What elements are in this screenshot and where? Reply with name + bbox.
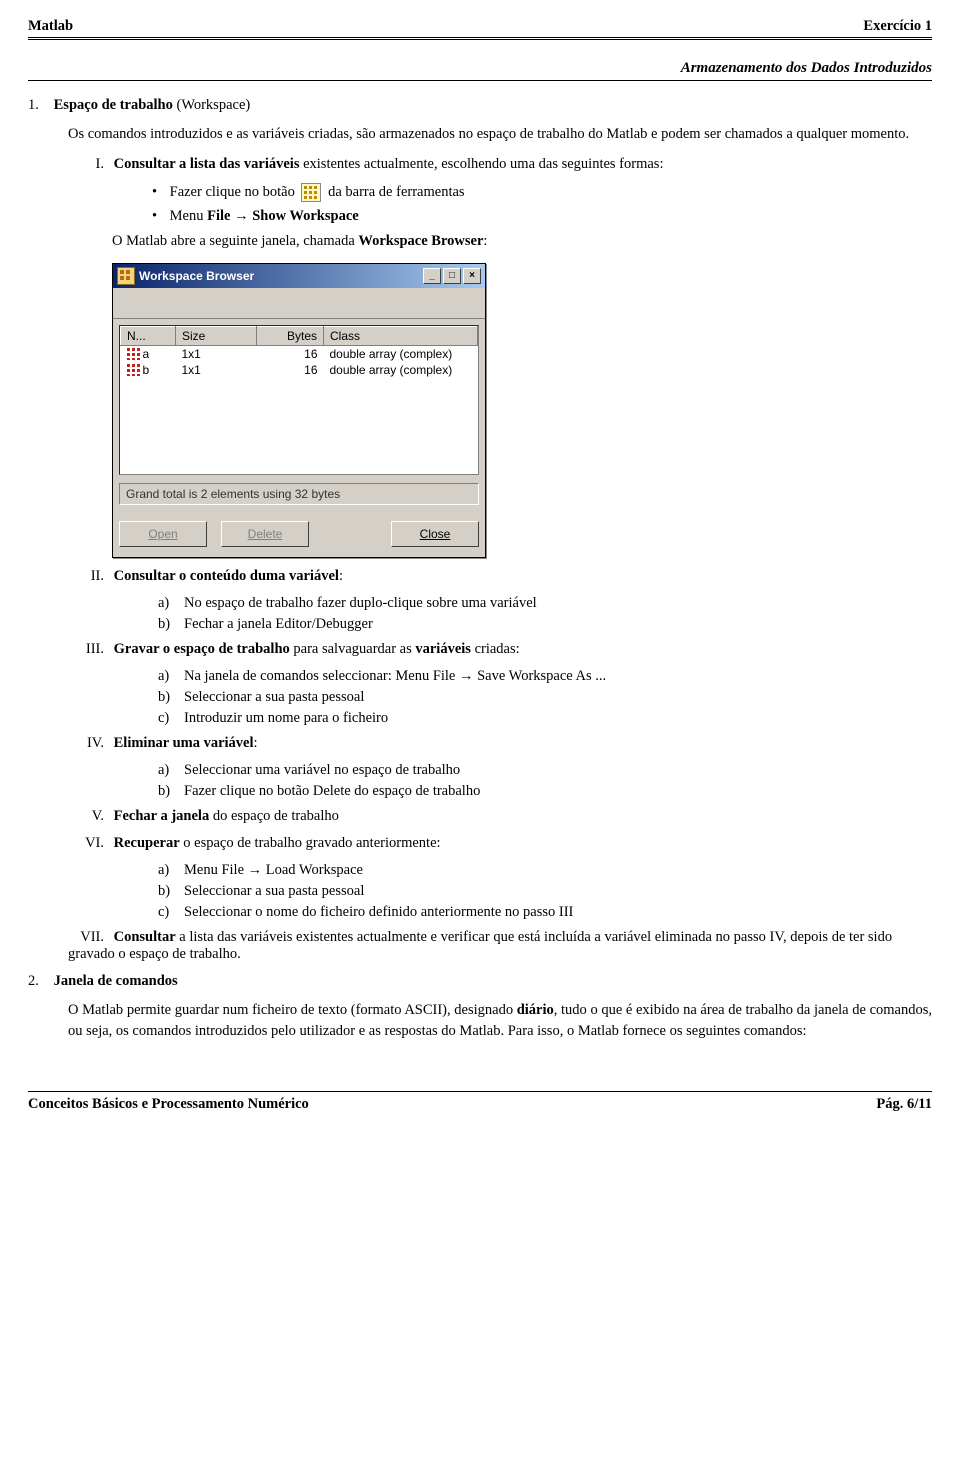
item-V: V. Fechar a janela do espaço de trabalho — [68, 808, 932, 825]
item-VII-num: VII. — [68, 929, 104, 946]
item-VI-num: VI. — [68, 835, 104, 852]
item-III-a: a)Na janela de comandos seleccionar: Men… — [158, 668, 932, 685]
section-1-para: Os comandos introduzidos e as variáveis … — [68, 124, 932, 146]
item-III-title: Gravar o espaço de trabalho — [114, 641, 290, 657]
window-close-button[interactable]: × — [463, 268, 481, 284]
cell-size: 1x1 — [176, 345, 257, 362]
item-I-b2-pre: Menu — [170, 208, 207, 224]
footer-right: Pág. 6/11 — [876, 1096, 932, 1113]
item-I-bullet-2: • Menu File → Show Workspace — [152, 208, 932, 225]
open-button[interactable]: Open — [119, 521, 207, 547]
cell-bytes: 16 — [257, 345, 324, 362]
item-IV-a: a)Seleccionar uma variável no espaço de … — [158, 762, 932, 779]
item-II-title: Consultar o conteúdo duma variável — [114, 568, 339, 584]
item-I-b1-post: da barra de ferramentas — [328, 184, 464, 200]
section-2-para: O Matlab permite guardar num ficheiro de… — [68, 1000, 932, 1044]
section-2-title: Janela de comandos — [54, 973, 178, 989]
item-I: I. Consultar a lista das variáveis exist… — [68, 156, 932, 173]
item-I-b1-pre: Fazer clique no botão — [170, 184, 299, 200]
item-I-b2-arrow: → — [230, 208, 252, 224]
section-1-num: 1. — [28, 97, 50, 114]
footer-rule — [28, 1091, 932, 1092]
item-V-num: V. — [68, 808, 104, 825]
item-VI-title: Recuperar — [114, 835, 180, 851]
item-I-num: I. — [68, 156, 104, 173]
close-button[interactable]: Close — [391, 521, 479, 547]
item-I-b2-show: Show Workspace — [252, 208, 359, 224]
page-header: Matlab Exercício 1 — [28, 18, 932, 37]
workspace-browser-window: Workspace Browser _ □ × N... Size Bytes … — [112, 263, 486, 558]
section-2-heading: 2. Janela de comandos — [28, 973, 932, 990]
item-IV-num: IV. — [68, 735, 104, 752]
item-IV-b: b)Fazer clique no botão Delete do espaço… — [158, 783, 932, 800]
item-III-c: c)Introduzir um nome para o ficheiro — [158, 710, 932, 727]
window-minimize-button[interactable]: _ — [423, 268, 441, 284]
item-III-b: b)Seleccionar a sua pasta pessoal — [158, 689, 932, 706]
col-class[interactable]: Class — [324, 326, 478, 345]
section-2-num: 2. — [28, 973, 50, 990]
item-I-after-post: : — [483, 233, 487, 249]
item-VI-b: b)Seleccionar a sua pasta pessoal — [158, 883, 932, 900]
variable-icon — [127, 348, 140, 360]
item-VII-title: Consultar — [114, 929, 176, 945]
item-VI-c: c)Seleccionar o nome do ficheiro definid… — [158, 904, 932, 921]
cell-name: a — [143, 347, 150, 361]
cell-bytes: 16 — [257, 362, 324, 378]
window-maximize-button[interactable]: □ — [443, 268, 461, 284]
table-header-row: N... Size Bytes Class — [121, 326, 478, 345]
page-footer: Conceitos Básicos e Processamento Numéri… — [28, 1096, 932, 1113]
header-rule — [28, 37, 932, 40]
bullet-icon: • — [152, 208, 166, 225]
item-III: III. Gravar o espaço de trabalho para sa… — [68, 641, 932, 658]
section-1-title-rest: (Workspace) — [173, 97, 250, 113]
col-size[interactable]: Size — [176, 326, 257, 345]
section-1-title: Espaço de trabalho — [54, 97, 173, 113]
subtitle-rule — [28, 80, 932, 81]
item-II: II. Consultar o conteúdo duma variável: — [68, 568, 932, 585]
workspace-status: Grand total is 2 elements using 32 bytes — [119, 483, 479, 505]
item-II-post: : — [339, 568, 343, 584]
cell-name: b — [143, 363, 150, 377]
item-IV: IV. Eliminar uma variável: — [68, 735, 932, 752]
workspace-toolbar — [113, 288, 485, 319]
cell-class: double array (complex) — [324, 345, 478, 362]
col-name[interactable]: N... — [121, 326, 176, 345]
item-VI-a: a)Menu File → Load Workspace — [158, 862, 932, 879]
item-I-after-pre: O Matlab abre a seguinte janela, chamada — [112, 233, 358, 249]
workspace-toolbar-icon — [301, 183, 321, 202]
workspace-app-icon — [117, 267, 135, 285]
workspace-table[interactable]: N... Size Bytes Class a 1x1 16 double ar… — [119, 325, 479, 475]
item-I-after-strong: Workspace Browser — [358, 233, 483, 249]
item-VII: VII. Consultar a lista das variáveis exi… — [68, 929, 932, 963]
workspace-browser-titlebar: Workspace Browser _ □ × — [113, 264, 485, 288]
table-row[interactable]: a 1x1 16 double array (complex) — [121, 345, 478, 362]
table-row[interactable]: b 1x1 16 double array (complex) — [121, 362, 478, 378]
cell-size: 1x1 — [176, 362, 257, 378]
item-I-title: Consultar a lista das variáveis — [114, 156, 300, 172]
col-bytes[interactable]: Bytes — [257, 326, 324, 345]
cell-class: double array (complex) — [324, 362, 478, 378]
item-IV-title: Eliminar uma variável — [114, 735, 254, 751]
item-I-after: O Matlab abre a seguinte janela, chamada… — [112, 231, 932, 253]
item-I-b2-file: File — [207, 208, 230, 224]
workspace-title-text: Workspace Browser — [139, 269, 423, 283]
item-I-bullet-1: • Fazer clique no botão da barra de ferr… — [152, 183, 932, 202]
delete-button[interactable]: Delete — [221, 521, 309, 547]
item-II-b: b)Fechar a janela Editor/Debugger — [158, 616, 932, 633]
variable-icon — [127, 364, 140, 376]
header-left: Matlab — [28, 18, 73, 35]
item-III-num: III. — [68, 641, 104, 658]
item-VI: VI. Recuperar o espaço de trabalho grava… — [68, 835, 932, 852]
item-V-title: Fechar a janela — [114, 808, 210, 824]
item-II-num: II. — [68, 568, 104, 585]
section-1-heading: 1. Espaço de trabalho (Workspace) — [28, 97, 932, 114]
page-subtitle: Armazenamento dos Dados Introduzidos — [28, 60, 932, 77]
item-II-a: a)No espaço de trabalho fazer duplo-cliq… — [158, 595, 932, 612]
header-right: Exercício 1 — [863, 18, 932, 35]
footer-left: Conceitos Básicos e Processamento Numéri… — [28, 1096, 309, 1113]
bullet-icon: • — [152, 184, 166, 201]
item-I-rest: existentes actualmente, escolhendo uma d… — [299, 156, 663, 172]
